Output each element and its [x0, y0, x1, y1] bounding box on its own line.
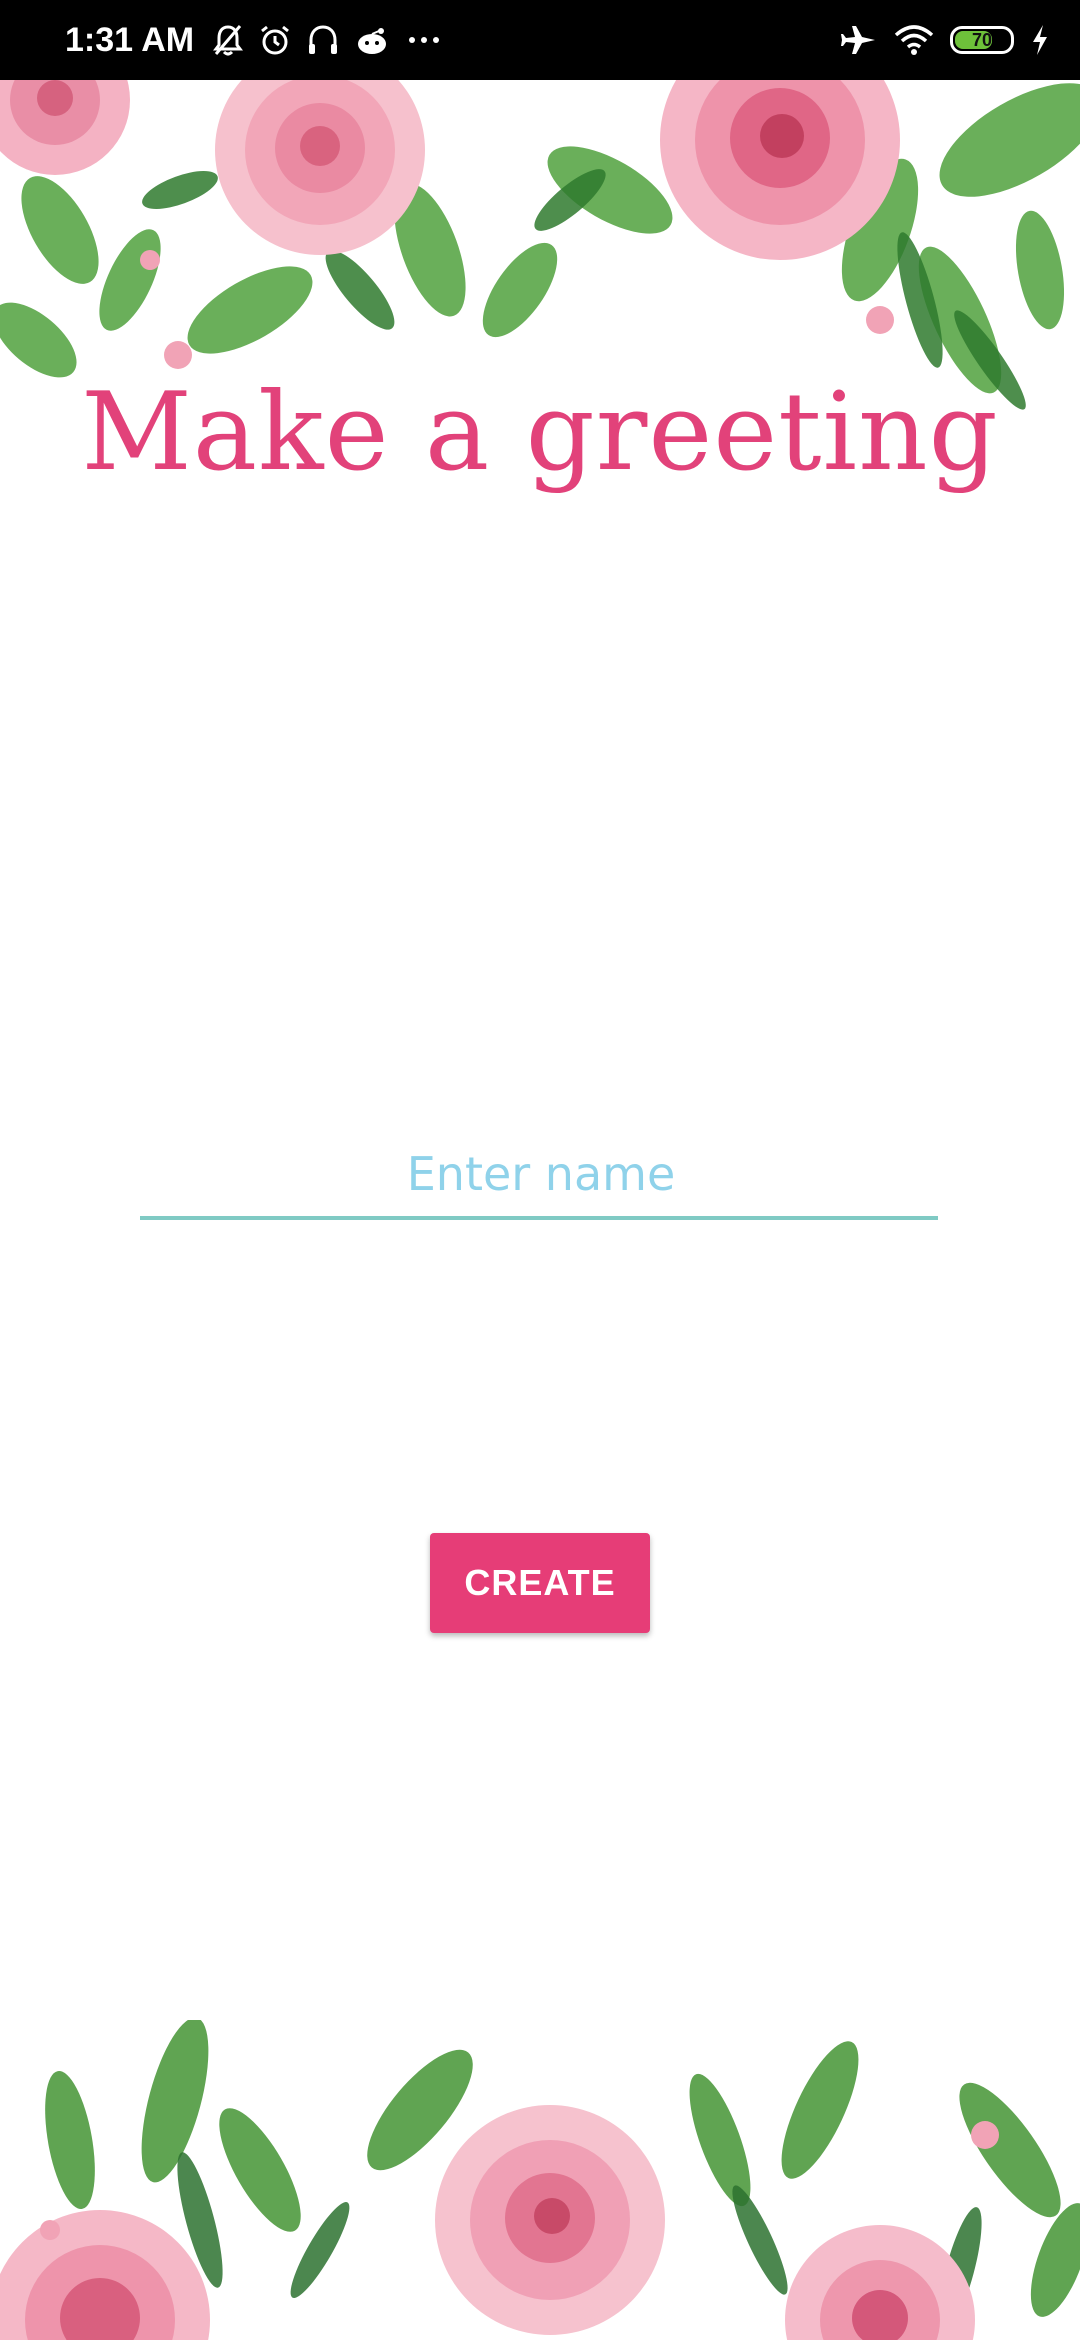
status-time: 1:31 AM	[65, 20, 195, 59]
name-input-container	[140, 1130, 942, 1220]
floral-footer-image	[0, 2020, 1080, 2340]
muted-bell-icon	[212, 23, 244, 57]
alarm-icon	[258, 23, 292, 57]
page-title: Make a greeting	[81, 370, 999, 495]
name-input[interactable]	[140, 1130, 942, 1218]
airplane-mode-icon	[840, 23, 878, 57]
charging-icon	[1030, 23, 1050, 57]
status-bar: 1:31 AM 70	[0, 0, 1080, 80]
status-icons-left	[212, 23, 444, 57]
more-dots-icon	[404, 23, 444, 57]
battery-level: 70	[971, 29, 993, 50]
status-icons-right: 70	[840, 23, 1050, 57]
create-button[interactable]: CREATE	[430, 1533, 650, 1633]
app-screen: 1:31 AM 70 Make a greeting Enter name CR…	[0, 0, 1080, 2340]
notification-app-icon	[354, 23, 390, 57]
headphones-icon	[306, 23, 340, 57]
battery-icon: 70	[950, 26, 1014, 54]
wifi-icon	[894, 23, 934, 57]
